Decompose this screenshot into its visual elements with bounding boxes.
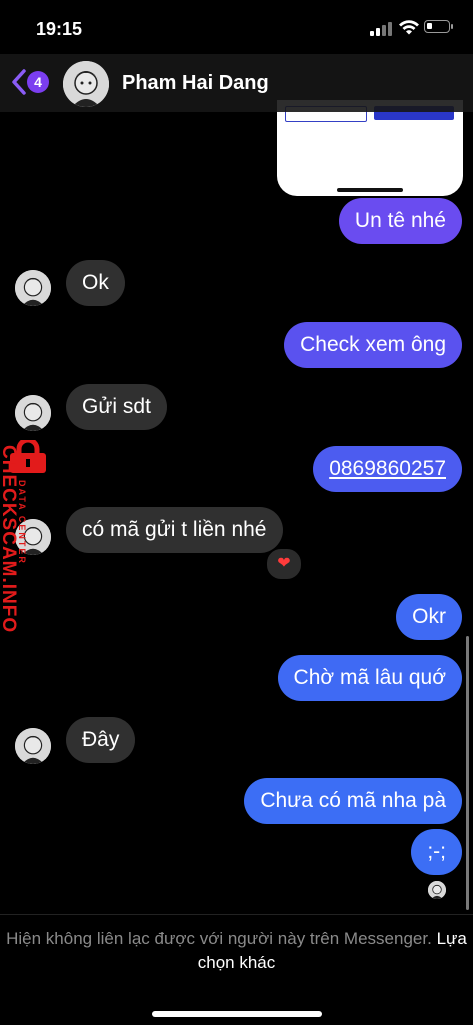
shared-image-preview[interactable] [277,100,463,196]
message-bubble-outgoing[interactable]: Okr [396,594,462,640]
message-bubble-outgoing[interactable]: ;-; [411,829,462,875]
message-bubble-outgoing[interactable]: Un tê nhé [338,198,462,244]
image-home-indicator [337,188,403,192]
message-bubble-incoming[interactable]: Đây [66,717,136,763]
wifi-icon [399,20,419,35]
status-bar: 19:15 [0,0,473,54]
watermark: CHECKSCAM.INFO DATA CENTER [0,440,58,670]
cellular-signal-icon [370,22,394,36]
unavailable-notice: Hiện không liên lạc được với người này t… [0,927,473,975]
contact-name[interactable]: Pham Hai Dang [122,72,269,95]
contact-avatar[interactable] [63,61,109,107]
composer-footer: Hiện không liên lạc được với người này t… [0,914,473,1025]
notice-text: Hiện không liên lạc được với người này t… [6,929,432,948]
heart-reaction-icon[interactable]: ❤ [265,547,303,581]
message-bubble-phone-link[interactable]: 0869860257 [313,446,462,492]
seen-receipt-avatar [428,881,446,899]
watermark-tagline: DATA CENTER [17,480,27,565]
message-bubble-outgoing[interactable]: Chưa có mã nha pà [244,778,462,824]
battery-icon [424,20,453,33]
home-indicator[interactable] [152,1011,322,1017]
message-bubble-incoming[interactable]: Ok [66,260,125,306]
sender-avatar[interactable] [15,728,51,764]
message-bubble-incoming[interactable]: Gửi sdt [66,384,167,430]
chat-header: 4 Pham Hai Dang [0,54,473,112]
message-bubble-outgoing[interactable]: Chờ mã lâu quớ [277,655,462,701]
unread-count-badge[interactable]: 4 [27,71,49,93]
sender-avatar[interactable] [15,270,51,306]
sender-avatar[interactable] [15,395,51,431]
message-bubble-outgoing[interactable]: Check xem ông [284,322,462,368]
back-chevron-icon[interactable] [10,68,28,96]
scrollbar[interactable] [466,636,469,910]
message-bubble-incoming[interactable]: có mã gửi t liền nhé [66,507,283,553]
status-time: 19:15 [36,19,83,39]
